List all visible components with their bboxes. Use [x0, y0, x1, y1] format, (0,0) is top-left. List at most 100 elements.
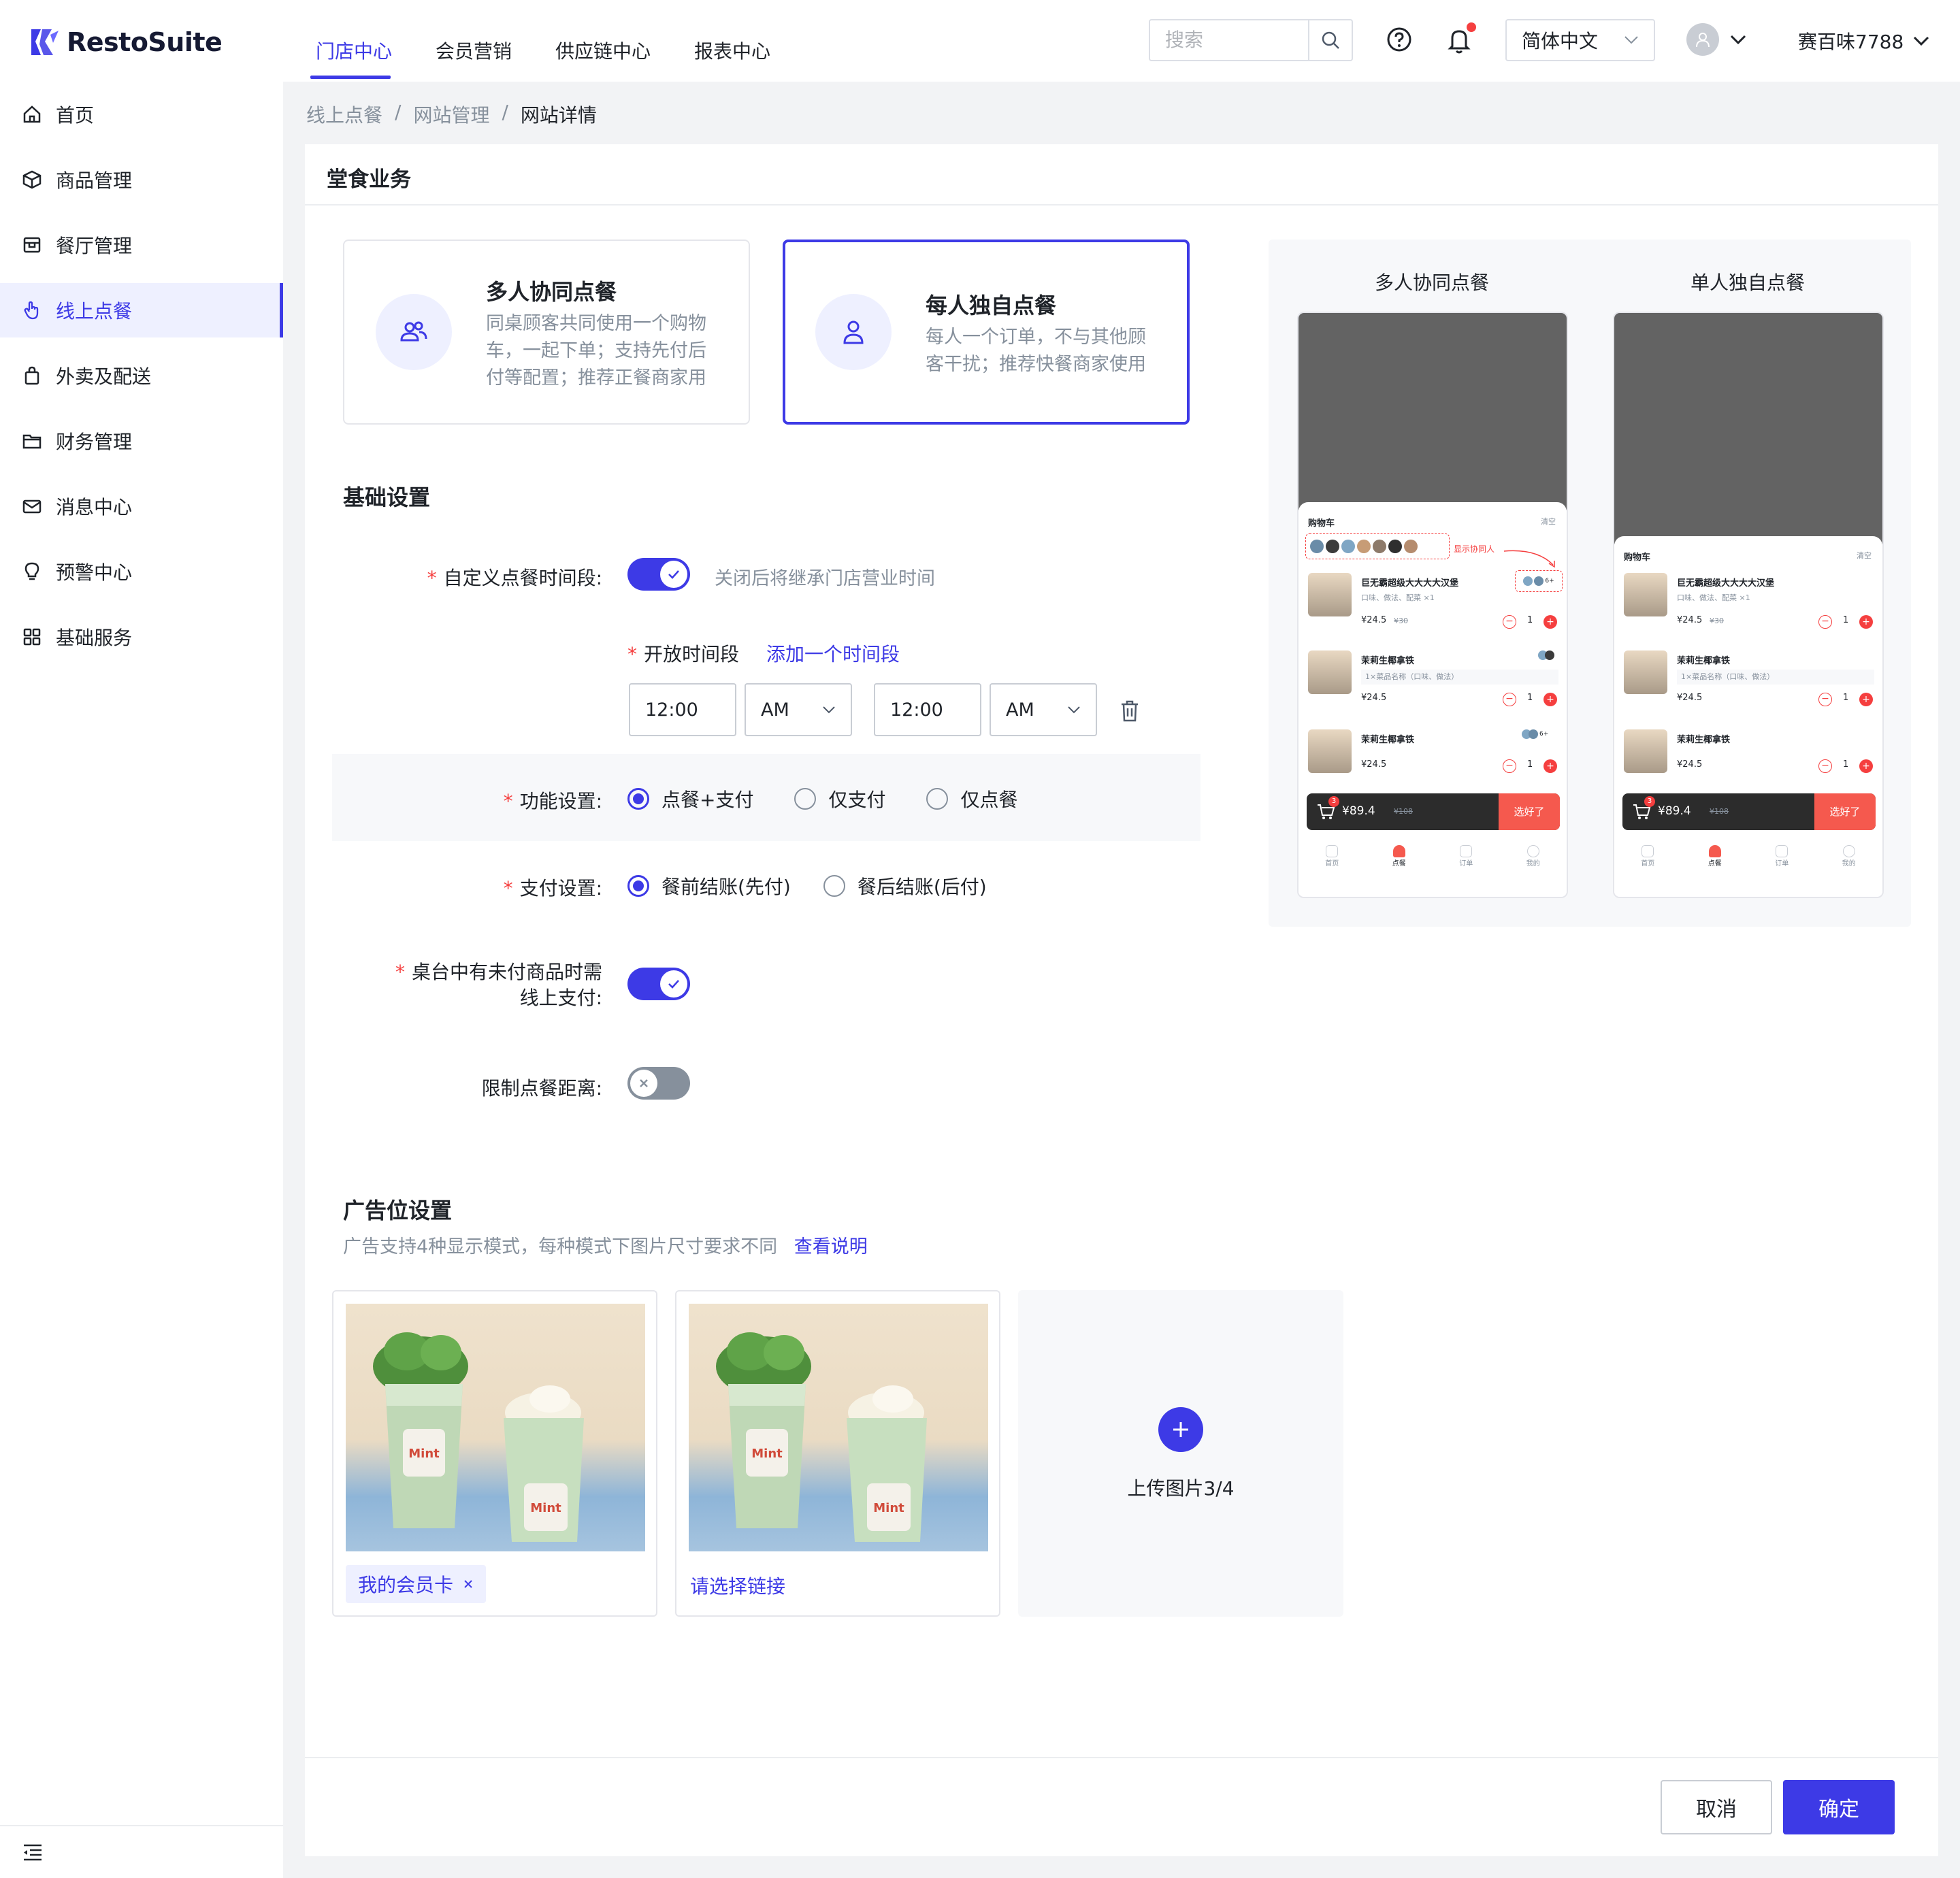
delete-time-slot-button[interactable]: [1119, 699, 1141, 723]
cart-bar: 3 ¥89.4 ¥108 选好了: [1307, 793, 1560, 830]
home-icon: [23, 105, 41, 123]
breadcrumb-item[interactable]: 线上点餐: [306, 101, 382, 128]
sidebar-item-basic-services[interactable]: 基础服务: [0, 610, 283, 664]
search-button[interactable]: [1308, 20, 1352, 60]
sidebar-item-delivery[interactable]: 外卖及配送: [0, 348, 283, 403]
nav-tab-supply-chain[interactable]: 供应链中心: [555, 37, 651, 64]
store-switcher[interactable]: 赛百味7788: [1798, 27, 1929, 54]
sidebar-item-online-ordering[interactable]: 线上点餐: [0, 283, 283, 337]
item-original-price: ¥30: [1394, 616, 1408, 625]
start-ampm-select[interactable]: AM: [745, 683, 852, 736]
sidebar-item-label: 消息中心: [56, 496, 133, 518]
bag-icon: [24, 366, 39, 385]
sidebar-item-finance[interactable]: 财务管理: [0, 414, 283, 468]
sidebar-collapse-button[interactable]: [0, 1825, 283, 1878]
increase-button: +: [1859, 615, 1873, 629]
cart-title: 购物车: [1308, 518, 1335, 529]
phone-preview-individual: 购物车 清空 巨无霸超级大大大大汉堡 口味、做法、配菜 ×1 ¥24.5 ¥30…: [1613, 312, 1884, 898]
search-box[interactable]: 搜索: [1149, 19, 1353, 61]
cancel-button[interactable]: 取消: [1661, 1780, 1772, 1834]
ad-image[interactable]: Mint Mint: [689, 1304, 988, 1551]
unpaid-label: * 桌台中有未付商品时需 线上支付:: [395, 961, 602, 1009]
ad-card[interactable]: Mint Mint 请选择链接: [675, 1290, 1000, 1617]
help-button[interactable]: [1386, 26, 1413, 53]
chevron-down-icon: [1914, 36, 1929, 46]
radio-prepay[interactable]: 餐前结账(先付): [627, 872, 791, 900]
item-quantity: 1: [1843, 693, 1849, 703]
sidebar-item-label: 外卖及配送: [56, 365, 152, 388]
radio-button[interactable]: [627, 875, 649, 897]
preview-title-collaborative: 多人协同点餐: [1374, 271, 1489, 294]
avatar-menu-toggle[interactable]: [1730, 34, 1746, 45]
nav-tab-member-marketing[interactable]: 会员营销: [436, 37, 512, 64]
mode-card-collaborative[interactable]: 多人协同点餐 同桌顾客共同使用一个购物车，一起下单；支持先付后付等配置；推荐正餐…: [343, 240, 750, 425]
add-time-slot-link[interactable]: 添加一个时间段: [766, 640, 900, 667]
decrease-button: −: [1503, 615, 1516, 629]
item-quantity: 1: [1527, 693, 1533, 703]
cart-count-badge: 3: [1328, 796, 1339, 807]
radio-button[interactable]: [823, 875, 845, 897]
avatar: [1357, 540, 1371, 553]
radio-button[interactable]: [794, 788, 817, 810]
sidebar-item-restaurants[interactable]: 餐厅管理: [0, 218, 283, 272]
dish-icon: [1392, 845, 1405, 857]
label-text: 桌台中有未付商品时需: [411, 961, 602, 983]
custom-time-toggle[interactable]: [627, 558, 690, 591]
unpaid-online-pay-toggle[interactable]: [627, 968, 690, 1000]
end-time-input[interactable]: 12:00: [874, 683, 981, 736]
nav-active-indicator: [310, 76, 391, 79]
language-select[interactable]: 简体中文: [1505, 19, 1655, 61]
sidebar-item-products[interactable]: 商品管理: [0, 152, 283, 207]
item-avatars: 6+: [1515, 570, 1563, 592]
item-options: 口味、做法、配菜 ×1: [1677, 593, 1750, 602]
avatar: [1529, 729, 1538, 739]
upload-label: 上传图片3/4: [1127, 1477, 1235, 1500]
avatar: [1523, 576, 1533, 586]
radio-pay-only[interactable]: 仅支付: [794, 785, 885, 812]
nav-tab-reports[interactable]: 报表中心: [694, 37, 770, 64]
breadcrumb-item[interactable]: 网站管理: [413, 101, 489, 128]
select-link[interactable]: 请选择链接: [690, 1572, 785, 1599]
radio-postpay[interactable]: 餐后结账(后付): [823, 872, 987, 900]
nav-tab-store-center[interactable]: 门店中心: [316, 37, 392, 64]
app-name: RestoSuite: [67, 27, 223, 57]
ad-link-tag[interactable]: 我的会员卡: [346, 1565, 487, 1603]
end-time-value: 12:00: [890, 699, 943, 721]
avatar: [1545, 650, 1554, 660]
avatar: [1534, 576, 1544, 586]
sidebar-item-messages[interactable]: 消息中心: [0, 479, 283, 533]
radio-order-and-pay[interactable]: 点餐+支付: [627, 785, 753, 812]
item-name: 茉莉生椰拿铁: [1361, 656, 1415, 666]
view-instructions-link[interactable]: 查看说明: [794, 1236, 868, 1257]
end-ampm-select[interactable]: AM: [990, 683, 1097, 736]
hand-pointer-icon: [24, 301, 39, 320]
section-title: 堂食业务: [327, 167, 411, 192]
tab-home: 首页: [1641, 845, 1654, 868]
confirm-button[interactable]: 确定: [1783, 1780, 1895, 1834]
upload-image-button[interactable]: 上传图片3/4: [1018, 1290, 1343, 1617]
sidebar-item-alerts[interactable]: 预警中心: [0, 544, 283, 599]
ad-image[interactable]: Mint Mint: [346, 1304, 645, 1551]
logo[interactable]: RestoSuite: [30, 27, 223, 57]
tab-mine: 我的: [1526, 845, 1540, 868]
close-icon[interactable]: [463, 1579, 474, 1589]
checkout-button: 选好了: [1499, 793, 1560, 830]
item-thumbnail: [1308, 650, 1352, 694]
ad-card[interactable]: Mint Mint 我的会员卡: [332, 1290, 657, 1617]
mode-card-individual[interactable]: 每人独自点餐 每人一个订单，不与其他顾客干扰；推荐快餐商家使用: [783, 240, 1190, 425]
sidebar-item-home[interactable]: 首页: [0, 87, 283, 142]
radio-button[interactable]: [627, 788, 649, 810]
start-time-input[interactable]: 12:00: [629, 683, 736, 736]
radio-order-only[interactable]: 仅点餐: [926, 785, 1018, 812]
item-thumbnail: [1308, 573, 1352, 616]
cart-sheet: 购物车 清空 巨无霸超级大大大大汉堡 口味、做法、配菜 ×1 ¥24.5 ¥30…: [1614, 536, 1882, 897]
ad-settings-description: 广告支持4种显示模式，每种模式下图片尺寸要求不同 查看说明: [343, 1232, 868, 1258]
distance-limit-toggle[interactable]: [627, 1067, 690, 1100]
sidebar-item-label: 餐厅管理: [56, 235, 133, 257]
open-time-label: * 开放时间段: [627, 643, 740, 665]
function-radio-group: 点餐+支付 仅支付 仅点餐: [627, 785, 1018, 812]
radio-button[interactable]: [926, 788, 949, 810]
avatar[interactable]: [1686, 23, 1719, 56]
chevron-down-icon: [823, 706, 835, 714]
search-input[interactable]: 搜索: [1150, 20, 1308, 60]
